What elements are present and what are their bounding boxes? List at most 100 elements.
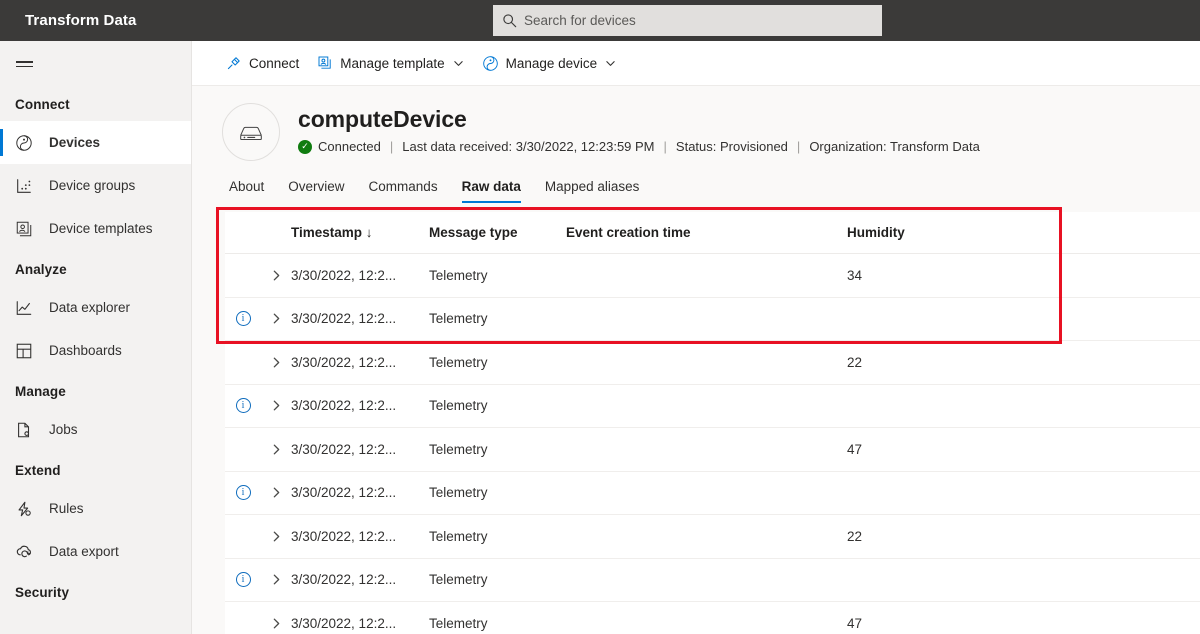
nav-group-header-security: Security: [15, 585, 70, 600]
column-header-humidity[interactable]: Humidity: [847, 225, 1047, 240]
manage-device-button[interactable]: Manage device: [473, 41, 626, 85]
hamburger-bar: [15, 61, 33, 63]
table-row[interactable]: 3/30/2022, 12:2... Telemetry 22: [225, 515, 1200, 559]
cell-message-type: Telemetry: [429, 354, 488, 370]
table-row[interactable]: 3/30/2022, 12:2... Telemetry 47: [225, 602, 1200, 634]
sidebar-item-jobs[interactable]: Jobs: [0, 408, 191, 451]
raw-data-table: Timestamp ↓ Message type Event creation …: [225, 212, 1200, 634]
meta-separator: |: [389, 139, 394, 155]
tab-about[interactable]: About: [217, 179, 276, 203]
tab-commands[interactable]: Commands: [357, 179, 450, 203]
cell-humidity: 34: [847, 267, 863, 283]
cell-timestamp: 3/30/2022, 12:2...: [291, 354, 397, 370]
table-row[interactable]: 3/30/2022, 12:2... Telemetry 34: [225, 254, 1200, 298]
connection-status-text: Connected: [318, 139, 381, 155]
sidebar-item-devices[interactable]: Devices: [0, 121, 191, 164]
device-header: computeDevice ✓ Connected | Last data re…: [192, 86, 1200, 165]
command-label: Manage template: [340, 55, 445, 71]
meta-separator: |: [663, 139, 667, 155]
expand-row-button[interactable]: [261, 399, 291, 412]
sidebar-item-label: Device groups: [49, 178, 136, 193]
cell-humidity: 47: [847, 615, 863, 631]
cell-message-type: Telemetry: [429, 398, 488, 414]
table-row[interactable]: i 3/30/2022, 12:2... Telemetry: [225, 384, 1200, 428]
chevron-down-icon[interactable]: [605, 58, 616, 69]
nav-group-header-manage: Manage: [15, 384, 66, 399]
search-input[interactable]: [524, 6, 881, 35]
device-status-line: ✓ Connected | Last data received: 3/30/2…: [298, 139, 980, 154]
cell-timestamp: 3/30/2022, 12:2...: [291, 615, 397, 631]
info-icon[interactable]: i: [235, 311, 251, 327]
connect-button[interactable]: Connect: [217, 41, 308, 85]
info-icon[interactable]: i: [235, 572, 251, 588]
table-row[interactable]: i 3/30/2022, 12:2... Telemetry: [225, 558, 1200, 602]
manage-device-icon: [482, 55, 499, 72]
info-icon[interactable]: i: [235, 398, 251, 414]
app-brand-title: Transform Data: [25, 12, 137, 29]
table-row[interactable]: 3/30/2022, 12:2... Telemetry 47: [225, 428, 1200, 472]
cell-timestamp: 3/30/2022, 12:2...: [291, 485, 397, 501]
expand-row-button[interactable]: [261, 617, 291, 630]
sidebar-item-data-explorer[interactable]: Data explorer: [0, 286, 191, 329]
sidebar-item-device-templates[interactable]: Device templates: [0, 207, 191, 250]
tab-overview[interactable]: Overview: [276, 179, 356, 203]
dashboards-icon: [15, 342, 49, 360]
sidebar-item-label: Dashboards: [49, 343, 122, 358]
expand-row-button[interactable]: [261, 356, 291, 369]
chevron-down-icon[interactable]: [453, 58, 464, 69]
sort-descending-icon[interactable]: ↓: [366, 225, 373, 240]
sidebar-item-dashboards[interactable]: Dashboards: [0, 329, 191, 372]
sidebar-item-device-groups[interactable]: Device groups: [0, 164, 191, 207]
column-header-message-type[interactable]: Message type: [429, 225, 566, 240]
device-identity: computeDevice ✓ Connected | Last data re…: [298, 103, 980, 154]
cell-timestamp: 3/30/2022, 12:2...: [291, 398, 397, 414]
cell-humidity: 47: [847, 441, 863, 457]
global-search-box[interactable]: [493, 5, 882, 36]
row-info-cell: i: [225, 572, 261, 588]
column-header-timestamp[interactable]: Timestamp ↓: [291, 225, 429, 240]
cell-humidity: 22: [847, 528, 863, 544]
expand-row-button[interactable]: [261, 573, 291, 586]
expand-row-button[interactable]: [261, 486, 291, 499]
expand-row-button[interactable]: [261, 269, 291, 282]
row-info-cell: i: [225, 485, 261, 501]
sidebar-item-label: Device templates: [49, 221, 153, 236]
cell-humidity: 22: [847, 354, 863, 370]
page-title: computeDevice: [298, 106, 467, 132]
cell-timestamp: 3/30/2022, 12:2...: [291, 267, 397, 283]
sidebar-item-data-export[interactable]: Data export: [0, 530, 191, 573]
sidebar-item-rules[interactable]: Rules: [0, 487, 191, 530]
info-icon[interactable]: i: [235, 485, 251, 501]
tab-raw-data[interactable]: Raw data: [450, 179, 533, 203]
table-row[interactable]: i 3/30/2022, 12:2... Telemetry: [225, 471, 1200, 515]
table-row[interactable]: 3/30/2022, 12:2... Telemetry 22: [225, 341, 1200, 385]
nav-group-header-extend: Extend: [15, 463, 61, 478]
data-explorer-icon: [15, 299, 49, 317]
tab-mapped-aliases[interactable]: Mapped aliases: [533, 179, 652, 203]
table-row[interactable]: i 3/30/2022, 12:2... Telemetry: [225, 297, 1200, 341]
manage-template-button[interactable]: Manage template: [308, 41, 472, 85]
cell-timestamp: 3/30/2022, 12:2...: [291, 528, 397, 544]
cell-timestamp: 3/30/2022, 12:2...: [291, 441, 397, 457]
expand-row-button[interactable]: [261, 443, 291, 456]
cell-timestamp: 3/30/2022, 12:2...: [291, 572, 397, 588]
cell-message-type: Telemetry: [429, 267, 488, 283]
command-label: Manage device: [505, 55, 598, 71]
row-info-cell: i: [225, 311, 261, 327]
expand-row-button[interactable]: [261, 312, 291, 325]
connected-check-icon: ✓: [298, 139, 312, 154]
device-groups-icon: [15, 177, 49, 195]
hamburger-icon[interactable]: [0, 43, 48, 85]
rules-icon: [15, 500, 49, 518]
nav-group-header-connect: Connect: [15, 97, 70, 112]
jobs-icon: [15, 421, 49, 439]
expand-row-button[interactable]: [261, 530, 291, 543]
cell-message-type: Telemetry: [429, 528, 488, 544]
device-detail-content: computeDevice ✓ Connected | Last data re…: [192, 86, 1200, 634]
column-header-event-creation-time[interactable]: Event creation time: [566, 225, 847, 240]
cell-message-type: Telemetry: [429, 441, 488, 457]
device-hardware-icon: [222, 103, 280, 161]
connect-plug-icon: [226, 55, 242, 71]
sidebar-item-label: Jobs: [49, 422, 78, 437]
device-tabs: About Overview Commands Raw data Mapped …: [192, 165, 1200, 203]
